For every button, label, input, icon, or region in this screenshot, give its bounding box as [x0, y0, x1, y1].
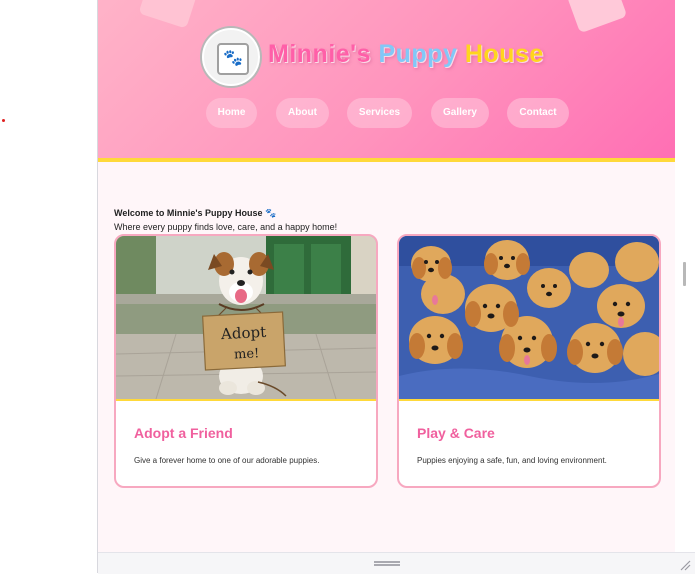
- nav-contact[interactable]: Contact: [507, 98, 569, 128]
- dog-adopt-me-sign-photo: Adopt me!: [116, 236, 376, 401]
- card-title: Play & Care: [417, 425, 495, 441]
- svg-text:me!: me!: [234, 346, 260, 362]
- sign-text: Adopt: [220, 323, 267, 343]
- logo[interactable]: 🐾: [202, 28, 260, 86]
- site-title-part: House: [464, 40, 544, 68]
- scrollbar-grip[interactable]: [683, 262, 686, 286]
- card-title: Adopt a Friend: [134, 425, 233, 441]
- card-text: Give a forever home to one of our adorab…: [134, 456, 320, 465]
- golden-retriever-puppies-photo: [399, 236, 659, 401]
- card-text: Puppies enjoying a safe, fun, and loving…: [417, 456, 607, 465]
- card-play-care[interactable]: Play & Care Puppies enjoying a safe, fun…: [397, 234, 661, 488]
- site-header: 🐾 Minnie's Puppy House Home About Servic…: [98, 0, 675, 162]
- main-nav: Home About Services Gallery Contact: [98, 98, 675, 128]
- bottom-resize-bar: [98, 552, 695, 574]
- card-adopt[interactable]: Adopt me! Adopt a Friend Give a forever …: [114, 234, 378, 488]
- site-title-part: Minnie's: [268, 40, 372, 68]
- decorative-shape: [566, 0, 628, 34]
- welcome-heading: Welcome to Minnie's Puppy House 🐾: [114, 208, 277, 218]
- red-dot-marker: [2, 119, 5, 122]
- drag-handle-icon[interactable]: [374, 561, 400, 566]
- site-title-part: Puppy: [378, 40, 458, 68]
- nav-home[interactable]: Home: [206, 98, 257, 128]
- nav-about[interactable]: About: [276, 98, 329, 128]
- nav-services[interactable]: Services: [347, 98, 412, 128]
- nav-gallery[interactable]: Gallery: [431, 98, 489, 128]
- welcome-subtitle: Where every puppy finds love, care, and …: [114, 222, 338, 232]
- page-frame: 🐾 Minnie's Puppy House Home About Servic…: [98, 0, 675, 552]
- paw-print-icon: 🐾: [217, 43, 249, 75]
- decorative-shape: [138, 0, 200, 29]
- resize-corner-icon[interactable]: [679, 559, 691, 571]
- site-title: Minnie's Puppy House: [268, 40, 544, 69]
